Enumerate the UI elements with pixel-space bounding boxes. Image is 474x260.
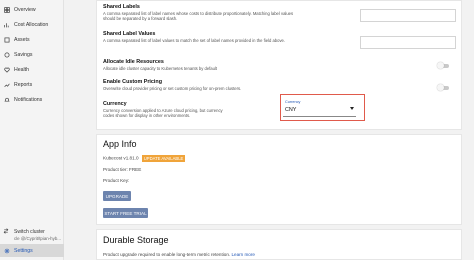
app-info-title: App Info [103,139,137,149]
version-row: Kubecost v1.81.0 UPDATE AVAILABLE [103,155,186,162]
sidebar: Overview Cost Allocation Assets Savings … [0,0,64,260]
toggle-knob [437,62,444,69]
shared-labels-field: Shared Labels A comma separated list of … [103,4,303,21]
toggle-knob [437,84,444,91]
swap-icon [3,228,10,235]
custom-pricing-label: Enable Custom Pricing [103,79,163,85]
shared-label-values-input[interactable] [360,36,456,49]
app-root: Overview Cost Allocation Assets Savings … [0,0,474,260]
allocate-idle-label: Allocate Idle Resources [103,59,164,65]
currency-select-highlight: Currency CNY [280,94,365,121]
sidebar-item-notifications[interactable]: Notifications [0,93,64,106]
durable-storage-desc: Product upgrade required to enable long-… [103,252,231,257]
sidebar-item-cost-allocation[interactable]: Cost Allocation [0,18,64,31]
upgrade-button[interactable]: UPGRADE [103,191,131,201]
shared-labels-input[interactable] [360,9,456,22]
app-info-card: App Info Kubecost v1.81.0 UPDATE AVAILAB… [96,134,462,225]
assets-icon [3,36,10,43]
sidebar-item-health[interactable]: Health [0,63,64,76]
savings-icon [3,51,10,58]
sidebar-item-label: Notifications [14,96,43,103]
sidebar-item-label: Reports [14,81,33,88]
version-text: Kubecost v1.81.0 [103,155,139,161]
bell-icon [3,96,10,103]
allocate-idle-toggle[interactable] [437,62,449,69]
sidebar-item-label: Health [14,66,29,73]
allocate-idle-desc: Allocate idle cluster capacity to Kubern… [103,66,218,71]
sidebar-item-settings[interactable]: Settings [0,244,64,257]
sidebar-item-label: Savings [14,51,33,58]
shared-labels-label: Shared Labels [103,4,140,10]
currency-field: Currency Currency conversion applied to … [103,101,303,118]
sidebar-item-reports[interactable]: Reports [0,78,64,91]
switch-cluster[interactable]: Switch cluster cle @/Cyprit/tpian-hyb... [3,228,63,241]
reports-icon [3,81,10,88]
learn-more-link[interactable]: Learn more [231,252,255,257]
currency-select-label: Currency [285,100,301,104]
shared-label-values-label: Shared Label Values [103,31,156,37]
cluster-name: cle @/Cyprit/tpian-hyb... [14,236,61,241]
chevron-down-icon [350,107,354,110]
shared-label-values-desc: A comma separated list of label values t… [103,38,286,43]
sidebar-item-label: Assets [14,36,30,43]
sidebar-item-assets[interactable]: Assets [0,33,64,46]
custom-pricing-toggle[interactable] [437,84,449,91]
switch-cluster-label: Switch cluster [14,228,45,235]
currency-desc: Currency conversion applied to Azure clo… [103,108,223,119]
sidebar-item-label: Overview [14,6,36,13]
dashboard-icon [3,6,10,13]
settings-card: Shared Labels A comma separated list of … [96,0,462,130]
product-tier: Product tier: FREE [103,167,142,172]
health-icon [3,66,10,73]
shared-labels-desc: A comma separated list of label names wh… [103,11,294,22]
custom-pricing-desc: Overwrite cloud provider pricing or set … [103,86,242,91]
durable-storage-desc-row: Product upgrade required to enable long-… [103,252,255,257]
allocation-icon [3,21,10,28]
custom-pricing-field: Enable Custom Pricing Overwrite cloud pr… [103,79,303,91]
start-free-trial-button[interactable]: START FREE TRIAL [103,208,148,218]
sidebar-item-label: Cost Allocation [14,21,49,28]
shared-label-values-field: Shared Label Values A comma separated li… [103,31,303,43]
update-badge[interactable]: UPDATE AVAILABLE [141,155,186,162]
durable-storage-title: Durable Storage [103,235,169,245]
durable-storage-card: Durable Storage Product upgrade required… [96,229,462,260]
gear-icon [3,247,10,254]
currency-label: Currency [103,101,127,107]
product-key: Product Key: [103,178,130,183]
sidebar-item-overview[interactable]: Overview [0,3,64,16]
allocate-idle-field: Allocate Idle Resources Allocate idle cl… [103,59,303,71]
sidebar-item-savings[interactable]: Savings [0,48,64,61]
sidebar-item-label: Settings [14,247,33,254]
currency-select-value: CNY [285,107,297,113]
currency-select[interactable]: Currency CNY [283,99,356,117]
